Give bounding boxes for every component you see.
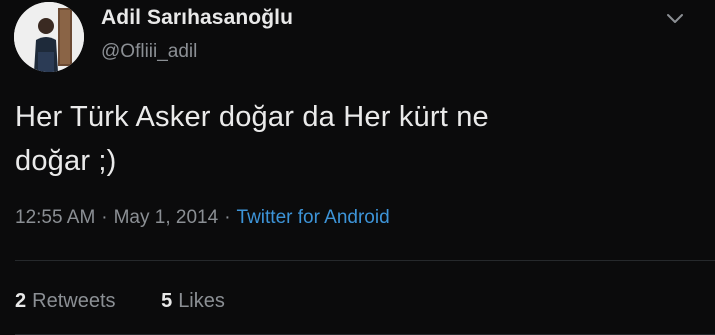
meta-separator: ·: [224, 207, 231, 228]
tweet-meta: 12:55 AM · May 1, 2014 · Twitter for Android: [15, 207, 390, 229]
tweet-card: Adil Sarıhasanoğlu @Ofliii_adil Her Türk…: [0, 0, 715, 335]
retweets-label: Retweets: [32, 290, 116, 312]
chevron-down-icon[interactable]: [662, 6, 688, 32]
tweet-text: Her Türk Asker doğar da Her kürt ne doğa…: [15, 95, 655, 183]
tweet-date[interactable]: May 1, 2014: [114, 207, 219, 228]
avatar[interactable]: [14, 2, 84, 72]
tweet-source-link[interactable]: Twitter for Android: [237, 207, 390, 228]
tweet-text-line: Her Türk Asker doğar da Her kürt ne: [15, 101, 489, 133]
tweet-time[interactable]: 12:55 AM: [15, 207, 95, 228]
likes-label: Likes: [178, 290, 225, 312]
likes-stat[interactable]: 5 Likes: [161, 290, 225, 313]
retweets-stat[interactable]: 2 Retweets: [15, 290, 116, 313]
avatar-photo: [14, 2, 84, 72]
divider: [15, 260, 715, 261]
author-handle[interactable]: @Ofliii_adil: [101, 41, 197, 63]
tweet-text-line: doğar ;): [15, 145, 117, 177]
retweets-count: 2: [15, 290, 27, 312]
meta-separator: ·: [101, 207, 108, 228]
likes-count: 5: [161, 290, 173, 312]
author-name[interactable]: Adil Sarıhasanoğlu: [101, 6, 293, 30]
engagement-stats: 2 Retweets 5 Likes: [15, 290, 265, 313]
